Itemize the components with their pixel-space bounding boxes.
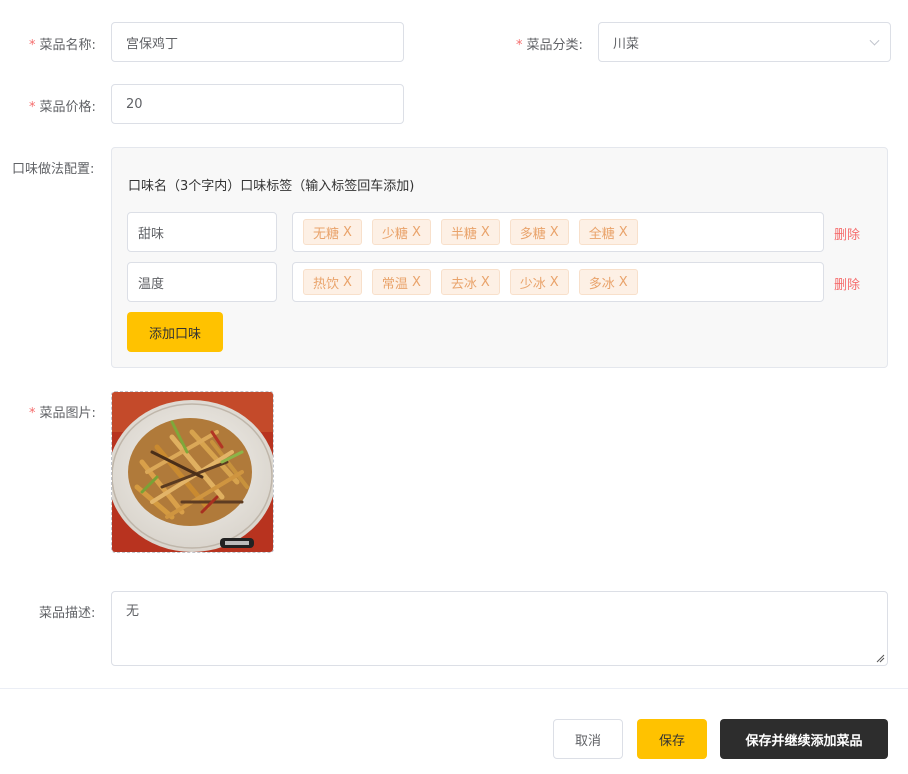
tag-remove-icon[interactable]: X: [619, 225, 628, 240]
required-mark: *: [29, 406, 36, 421]
dish-price-input[interactable]: 20: [111, 84, 404, 124]
flavor-name-input[interactable]: 温度: [127, 262, 277, 302]
dish-photo: [112, 392, 273, 552]
dish-price-label: * 菜品价格:: [29, 100, 96, 115]
dish-name-value: 宫保鸡丁: [126, 36, 179, 52]
dish-category-value: 川菜: [613, 36, 640, 52]
dish-category-label: * 菜品分类:: [516, 38, 583, 53]
save-and-continue-button[interactable]: 保存并继续添加菜品: [720, 719, 888, 759]
dish-name-input[interactable]: 宫保鸡丁: [111, 22, 404, 62]
tag-remove-icon[interactable]: X: [343, 225, 352, 240]
flavor-config-header: 口味名（3个字内）口味标签（输入标签回车添加): [128, 179, 415, 194]
flavor-tag[interactable]: 半糖 X: [440, 219, 500, 245]
footer-divider: [0, 688, 908, 689]
required-mark: *: [29, 38, 36, 53]
dish-description-textarea[interactable]: 无: [111, 591, 888, 666]
resize-handle-icon[interactable]: [876, 654, 885, 663]
delete-flavor-link[interactable]: 删除: [834, 224, 860, 243]
dish-category-select[interactable]: 川菜: [598, 22, 891, 62]
flavor-tag[interactable]: 多糖 X: [509, 219, 569, 245]
dish-description-value: 无: [126, 604, 140, 619]
flavor-tag[interactable]: 无糖 X: [303, 219, 362, 245]
delete-flavor-link[interactable]: 删除: [834, 274, 860, 293]
tag-remove-icon[interactable]: X: [412, 275, 421, 290]
chevron-down-icon: [869, 35, 880, 46]
required-mark: *: [516, 38, 523, 53]
flavor-tag[interactable]: 全糖 X: [578, 219, 638, 245]
dish-name-label: * 菜品名称:: [29, 38, 96, 53]
tag-remove-icon[interactable]: X: [412, 225, 421, 240]
dish-description-label: 菜品描述:: [39, 606, 96, 621]
tag-remove-icon[interactable]: X: [550, 225, 559, 240]
flavor-config-label: 口味做法配置:: [12, 162, 95, 177]
dish-price-value: 20: [126, 96, 143, 112]
flavor-tag[interactable]: 少糖 X: [371, 219, 431, 245]
dish-image-label: * 菜品图片:: [29, 406, 96, 421]
flavor-tags-input[interactable]: 无糖 X 少糖 X 半糖 X 多糖 X 全糖 X: [292, 212, 824, 252]
flavor-config-panel: 口味名（3个字内）口味标签（输入标签回车添加) 甜味 无糖 X 少糖 X 半糖 X 多…: [111, 147, 888, 368]
flavor-tag[interactable]: 去冰 X: [440, 269, 500, 295]
tag-remove-icon[interactable]: X: [619, 275, 628, 290]
flavor-tag[interactable]: 多冰 X: [578, 269, 638, 295]
flavor-tags-input[interactable]: 热饮 X 常温 X 去冰 X 少冰 X 多冰 X: [292, 262, 824, 302]
flavor-name-input[interactable]: 甜味: [127, 212, 277, 252]
add-flavor-button[interactable]: 添加口味: [127, 312, 223, 352]
flavor-tag[interactable]: 常温 X: [371, 269, 431, 295]
tag-remove-icon[interactable]: X: [343, 275, 352, 290]
flavor-tag[interactable]: 热饮 X: [303, 269, 362, 295]
cancel-button[interactable]: 取消: [553, 719, 623, 759]
tag-remove-icon[interactable]: X: [481, 225, 490, 240]
flavor-tag[interactable]: 少冰 X: [509, 269, 569, 295]
tag-remove-icon[interactable]: X: [481, 275, 490, 290]
dish-image-upload[interactable]: [111, 391, 274, 553]
tag-remove-icon[interactable]: X: [550, 275, 559, 290]
save-button[interactable]: 保存: [637, 719, 707, 759]
required-mark: *: [29, 100, 36, 115]
